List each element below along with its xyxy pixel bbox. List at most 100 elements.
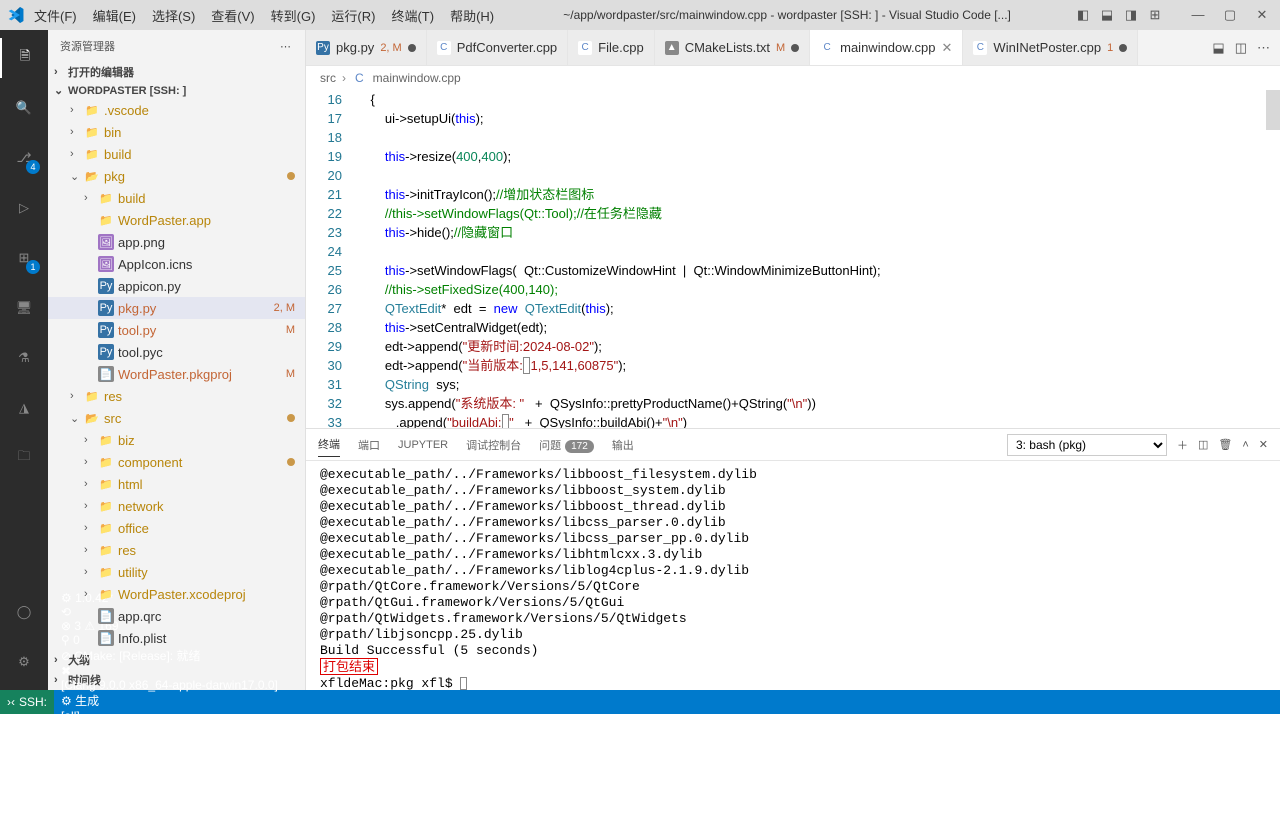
split-terminal-icon[interactable]: ◫ bbox=[1198, 438, 1208, 451]
tree-item[interactable]: Pytool.pyM bbox=[48, 319, 305, 341]
panel-tab-debug[interactable]: 调试控制台 bbox=[466, 433, 521, 457]
section-project[interactable]: ⌄WORDPASTER [SSH: ] bbox=[48, 82, 305, 99]
status-item[interactable]: ↻ bbox=[54, 799, 285, 813]
new-terminal-icon[interactable]: ＋ bbox=[1177, 437, 1188, 453]
panel-tab-output[interactable]: 输出 bbox=[612, 433, 634, 457]
layout-panel-bottom-icon[interactable]: ⬓ bbox=[1098, 6, 1116, 24]
tree-item[interactable]: Pyappicon.py bbox=[48, 275, 305, 297]
close-window-button[interactable]: ✕ bbox=[1252, 7, 1272, 23]
status-item[interactable]: ✖ bbox=[54, 664, 285, 678]
sidebar-more-icon[interactable]: ⋯ bbox=[280, 40, 293, 53]
layout-panel-left-icon[interactable]: ◧ bbox=[1074, 6, 1092, 24]
terminal-select[interactable]: 3: bash (pkg) bbox=[1007, 434, 1167, 456]
editor-tab[interactable]: CWinINetPoster.cpp1 bbox=[963, 30, 1138, 65]
run-debug-icon[interactable]: ▷ bbox=[0, 188, 48, 228]
tree-item[interactable]: 📄Info.plist bbox=[48, 627, 305, 649]
tree-item[interactable]: ⌄📂pkg bbox=[48, 165, 305, 187]
editor-tab[interactable]: CPdfConverter.cpp bbox=[427, 30, 568, 65]
vscode-icon bbox=[8, 7, 24, 23]
menu-view[interactable]: 查看(V) bbox=[205, 4, 260, 27]
layout-customize-icon[interactable]: ⊞ bbox=[1146, 6, 1164, 24]
maximize-button[interactable]: ▢ bbox=[1220, 7, 1240, 23]
explorer-icon[interactable]: 🗎 bbox=[0, 38, 48, 78]
bottom-panel: 终端 端口 JUPYTER 调试控制台 问题172 输出 3: bash (pk… bbox=[306, 428, 1280, 690]
tree-item[interactable]: ›📁res bbox=[48, 539, 305, 561]
status-item[interactable]: ⚙ bbox=[54, 785, 285, 799]
tree-item[interactable]: ⌄📂src bbox=[48, 407, 305, 429]
search-icon[interactable]: 🔍 bbox=[0, 88, 48, 128]
editor-more-icon[interactable]: ⋯ bbox=[1257, 40, 1270, 56]
tree-item[interactable]: ›📁.vscode bbox=[48, 99, 305, 121]
tree-item[interactable]: ›📁biz bbox=[48, 429, 305, 451]
layout-panel-right-icon[interactable]: ◨ bbox=[1122, 6, 1140, 24]
folder-icon[interactable]: 🗀 bbox=[0, 438, 48, 478]
menu-run[interactable]: 运行(R) bbox=[325, 4, 381, 27]
status-item[interactable]: [all] bbox=[54, 709, 285, 723]
editor-tab[interactable]: CFile.cpp bbox=[568, 30, 655, 65]
tree-item[interactable]: ›📁utility bbox=[48, 561, 305, 583]
sidebar-title: 资源管理器 bbox=[60, 38, 115, 54]
menu-selection[interactable]: 选择(S) bbox=[146, 4, 201, 27]
status-remote[interactable]: ›‹ SSH: bbox=[0, 690, 54, 714]
editor-tab[interactable]: ▲CMakeLists.txtM bbox=[655, 30, 810, 65]
menu-terminal[interactable]: 终端(T) bbox=[385, 4, 440, 27]
tree-item[interactable]: 📄WordPaster.pkgprojM bbox=[48, 363, 305, 385]
accounts-icon[interactable]: ◯ bbox=[0, 592, 48, 632]
panel-tab-ports[interactable]: 端口 bbox=[358, 433, 380, 457]
status-item[interactable]: ⚙ 生成 bbox=[54, 692, 285, 709]
status-item[interactable]: [Clang 9.0.0 x86_64-apple-darwin17.0.0] bbox=[54, 678, 285, 692]
source-control-icon[interactable]: ⎇4 bbox=[0, 138, 48, 178]
status-bar: ›‹ SSH: ⚙ 1.0.42*⟲⊗ 3 ⚠ 169⚲ 0⊘ CMake: [… bbox=[0, 690, 1280, 714]
minimap[interactable] bbox=[1266, 90, 1280, 428]
kill-terminal-icon[interactable]: 🗑 bbox=[1218, 438, 1232, 451]
tree-item[interactable]: ›📁html bbox=[48, 473, 305, 495]
status-item[interactable]: ⊘ CMake: [Release]: 就绪 bbox=[54, 647, 285, 664]
minimize-button[interactable]: ― bbox=[1188, 7, 1208, 23]
close-panel-icon[interactable]: ✕ bbox=[1259, 438, 1268, 451]
breadcrumb[interactable]: src› C mainwindow.cpp bbox=[306, 66, 1280, 90]
tree-item[interactable]: 🖼app.png bbox=[48, 231, 305, 253]
extensions-icon[interactable]: ⊞1 bbox=[0, 238, 48, 278]
menu-edit[interactable]: 编辑(E) bbox=[87, 4, 142, 27]
activity-bar: 🗎 🔍 ⎇4 ▷ ⊞1 🖥 ⚗ ◮ 🗀 ◯ ⚙ bbox=[0, 30, 48, 690]
status-item[interactable]: ▷ 运行 CPack bbox=[54, 723, 285, 740]
panel-tab-jupyter[interactable]: JUPYTER bbox=[398, 435, 448, 455]
tree-item[interactable]: ›📁bin bbox=[48, 121, 305, 143]
section-open-editors[interactable]: ›打开的编辑器 bbox=[48, 62, 305, 82]
tree-item[interactable]: ›📁WordPaster.xcodeproj bbox=[48, 583, 305, 605]
editor-compare-icon[interactable]: ⬓ bbox=[1212, 40, 1224, 56]
status-item[interactable]: { } C++ bbox=[54, 771, 285, 785]
panel-tab-problems[interactable]: 问题172 bbox=[539, 433, 594, 457]
tree-item[interactable]: 📁WordPaster.app bbox=[48, 209, 305, 231]
tree-item[interactable]: Pytool.pyc bbox=[48, 341, 305, 363]
maximize-panel-icon[interactable]: ˄ bbox=[1242, 439, 1248, 451]
tree-item[interactable]: 🖼AppIcon.icns bbox=[48, 253, 305, 275]
tree-item[interactable]: 📄app.qrc bbox=[48, 605, 305, 627]
tree-item[interactable]: ›📁component bbox=[48, 451, 305, 473]
menu-file[interactable]: 文件(F) bbox=[28, 4, 83, 27]
testing-icon[interactable]: ⚗ bbox=[0, 338, 48, 378]
tree-item[interactable]: ›📁build bbox=[48, 143, 305, 165]
tree-item[interactable]: ›📁network bbox=[48, 495, 305, 517]
menu-go[interactable]: 转到(G) bbox=[265, 4, 322, 27]
file-tree: ›📁.vscode›📁bin›📁build⌄📂pkg›📁build 📁WordP… bbox=[48, 99, 305, 650]
settings-gear-icon[interactable]: ⚙ bbox=[0, 642, 48, 682]
window-title: ~/app/wordpaster/src/mainwindow.cpp - wo… bbox=[504, 8, 1070, 22]
cmake-icon[interactable]: ◮ bbox=[0, 388, 48, 428]
menu-help[interactable]: 帮助(H) bbox=[444, 4, 500, 27]
panel-tab-terminal[interactable]: 终端 bbox=[318, 432, 340, 457]
editor-tab[interactable]: Pypkg.py2, M bbox=[306, 30, 427, 65]
editor-split-icon[interactable]: ◫ bbox=[1235, 40, 1247, 56]
tree-item[interactable]: ›📁office bbox=[48, 517, 305, 539]
tree-item[interactable]: ›📁res bbox=[48, 385, 305, 407]
editor-tabs: Pypkg.py2, MCPdfConverter.cppCFile.cpp▲C… bbox=[306, 30, 1280, 66]
code-editor[interactable]: 161718192021222324252627282930313233 { u… bbox=[306, 90, 1280, 428]
remote-explorer-icon[interactable]: 🖥 bbox=[0, 288, 48, 328]
tree-item[interactable]: ›📁build bbox=[48, 187, 305, 209]
tree-item[interactable]: Pypkg.py2, M bbox=[48, 297, 305, 319]
title-bar: 文件(F) 编辑(E) 选择(S) 查看(V) 转到(G) 运行(R) 终端(T… bbox=[0, 0, 1280, 30]
status-item[interactable]: ▷ 运行工作流 bbox=[54, 740, 285, 757]
terminal-body[interactable]: @executable_path/../Frameworks/libboost_… bbox=[306, 461, 1280, 690]
status-item[interactable]: LF bbox=[54, 757, 285, 771]
editor-tab[interactable]: Cmainwindow.cpp✕ bbox=[810, 30, 963, 65]
